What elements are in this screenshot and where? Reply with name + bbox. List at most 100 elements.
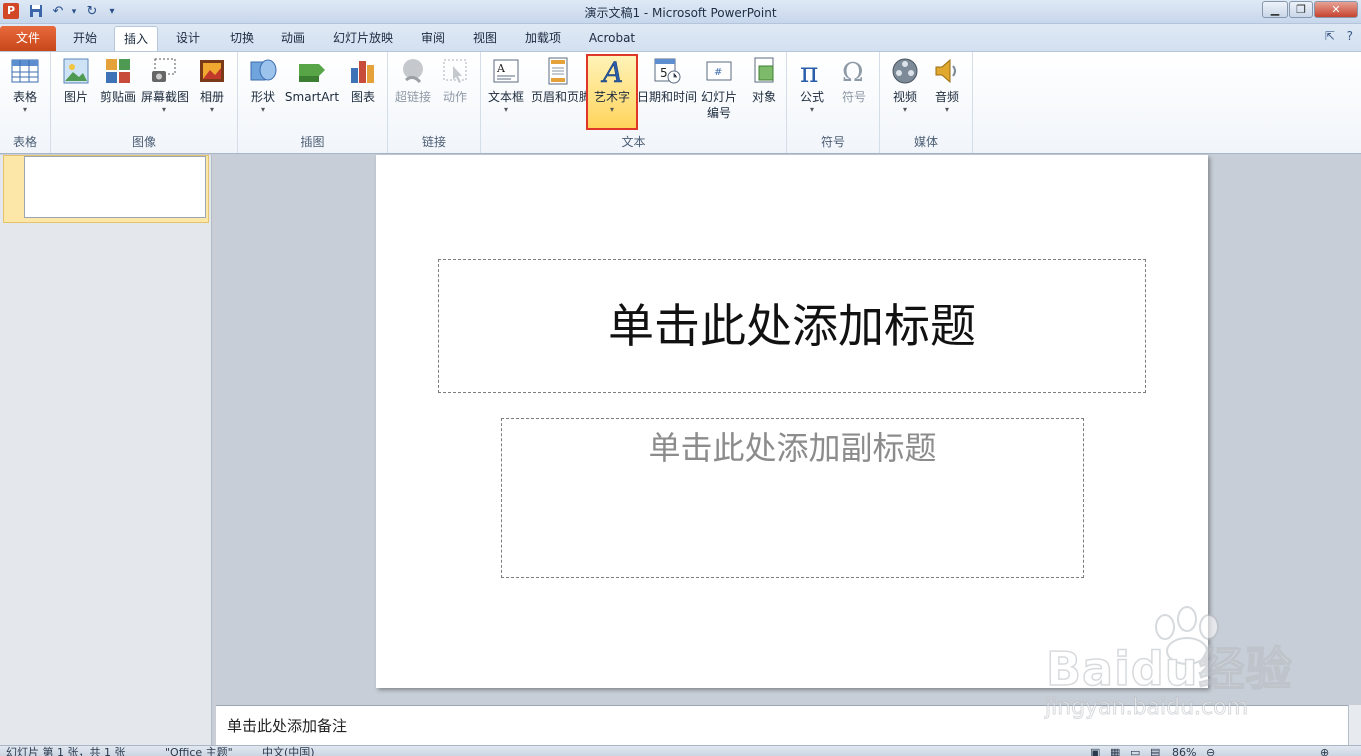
clipart-icon bbox=[106, 59, 130, 83]
svg-text:#: # bbox=[714, 67, 722, 78]
ribbon-tabs: 文件 开始 插入 设计 切换 动画 幻灯片放映 审阅 视图 加载项 Acroba… bbox=[0, 24, 1361, 51]
svg-text:5: 5 bbox=[660, 66, 668, 80]
group-table: 表格 ▾ 表格 bbox=[0, 52, 51, 153]
chevron-down-icon: ▾ bbox=[944, 105, 949, 114]
chevron-down-icon: ▾ bbox=[161, 105, 166, 114]
chevron-down-icon: ▾ bbox=[503, 105, 508, 114]
smartart-button[interactable]: SmartArt bbox=[284, 56, 340, 105]
svg-text:Ω: Ω bbox=[842, 58, 864, 86]
maximize-button[interactable]: ❐ bbox=[1289, 1, 1313, 18]
smartart-icon bbox=[299, 64, 325, 82]
header-footer-icon bbox=[548, 57, 568, 85]
action-icon bbox=[443, 59, 467, 83]
slide-number-icon: # bbox=[706, 61, 732, 81]
equation-button[interactable]: π 公式 ▾ bbox=[789, 56, 835, 115]
group-symbols: π 公式 ▾ Ω 符号 符号 bbox=[787, 52, 880, 153]
window-title: 演示文稿1 - Microsoft PowerPoint bbox=[584, 6, 777, 20]
tab-review[interactable]: 审阅 bbox=[412, 26, 454, 51]
notes-scrollbar[interactable] bbox=[1348, 705, 1361, 745]
object-icon bbox=[754, 57, 774, 83]
shapes-icon bbox=[250, 59, 277, 81]
tab-design[interactable]: 设计 bbox=[166, 26, 210, 51]
ribbon-insert: 表格 ▾ 表格 图片 剪贴画 屏幕截图 ▾ 相册 ▾ 图像 形状 ▾ Smart… bbox=[0, 51, 1361, 154]
chevron-down-icon: ▾ bbox=[209, 105, 214, 114]
group-label: 图像 bbox=[131, 135, 156, 149]
textbox-button[interactable]: A 文本框 ▾ bbox=[483, 56, 529, 115]
table-button[interactable]: 表格 ▾ bbox=[2, 56, 48, 115]
minimize-ribbon-icon[interactable]: ⇱ bbox=[1325, 29, 1335, 43]
album-icon bbox=[200, 60, 224, 82]
chevron-down-icon: ▾ bbox=[809, 105, 814, 114]
close-button[interactable]: ✕ bbox=[1314, 1, 1358, 18]
group-label: 插图 bbox=[300, 135, 325, 149]
status-bar: 幻灯片 第 1 张，共 1 张 "Office 主题" 中文(中国) ▣ ▦ ▭… bbox=[0, 745, 1361, 756]
svg-text:A: A bbox=[496, 62, 506, 75]
datetime-button[interactable]: 5 日期和时间 bbox=[637, 56, 697, 105]
subtitle-placeholder[interactable]: 单击此处添加副标题 bbox=[501, 418, 1084, 578]
baidu-watermark: Baidu经验 jingyan.baidu.com bbox=[1040, 605, 1300, 725]
equation-icon: π bbox=[800, 56, 818, 86]
slideshow-view-icon[interactable]: ▤ bbox=[1150, 747, 1160, 756]
video-button[interactable]: 视频 ▾ bbox=[882, 56, 928, 115]
zoom-level[interactable]: 86% bbox=[1172, 747, 1196, 756]
hyperlink-icon bbox=[403, 59, 423, 84]
tab-acrobat[interactable]: Acrobat bbox=[582, 26, 642, 51]
slide-number-button[interactable]: # 幻灯片 编号 bbox=[697, 56, 741, 121]
zoom-in-icon[interactable]: ⊕ bbox=[1320, 747, 1329, 756]
chevron-down-icon: ▾ bbox=[260, 105, 265, 114]
object-button[interactable]: 对象 bbox=[741, 56, 787, 105]
reading-view-icon[interactable]: ▭ bbox=[1130, 747, 1140, 756]
chart-icon bbox=[351, 61, 374, 83]
group-label: 文本 bbox=[621, 135, 646, 149]
picture-icon bbox=[63, 58, 89, 84]
symbol-button[interactable]: Ω 符号 bbox=[831, 56, 877, 105]
symbol-icon: Ω bbox=[842, 58, 864, 86]
shapes-button[interactable]: 形状 ▾ bbox=[240, 56, 286, 115]
hyperlink-button[interactable]: 超链接 bbox=[390, 56, 436, 105]
header-footer-button[interactable]: 页眉和页脚 bbox=[531, 56, 591, 105]
group-label: 链接 bbox=[421, 135, 446, 149]
slide-thumbnail[interactable] bbox=[24, 156, 206, 218]
watermark-url: jingyan.baidu.com bbox=[1044, 695, 1249, 721]
tab-transitions[interactable]: 切换 bbox=[220, 26, 264, 51]
group-links: 超链接 动作 链接 bbox=[388, 52, 481, 153]
tab-file[interactable]: 文件 bbox=[0, 26, 56, 51]
minimize-button[interactable]: ▁ bbox=[1262, 1, 1288, 18]
language-status[interactable]: 中文(中国) bbox=[262, 747, 315, 756]
tab-view[interactable]: 视图 bbox=[464, 26, 506, 51]
group-illustrations: 形状 ▾ SmartArt 图表 插图 bbox=[238, 52, 388, 153]
svg-text:π: π bbox=[800, 56, 818, 86]
theme-status[interactable]: "Office 主题" bbox=[165, 747, 233, 756]
tab-insert[interactable]: 插入 bbox=[114, 26, 158, 51]
group-label: 符号 bbox=[820, 135, 845, 149]
normal-view-icon[interactable]: ▣ bbox=[1090, 747, 1100, 756]
title-placeholder[interactable]: 单击此处添加标题 bbox=[438, 259, 1146, 393]
action-button[interactable]: 动作 bbox=[432, 56, 478, 105]
datetime-icon: 5 bbox=[654, 58, 681, 84]
clipart-button[interactable]: 剪贴画 bbox=[95, 56, 141, 105]
tab-slideshow[interactable]: 幻灯片放映 bbox=[324, 26, 402, 51]
title-bar: P ↶ ▾ ↻ ▾ 演示文稿1 - Microsoft PowerPoint ▁… bbox=[0, 0, 1361, 24]
notes-placeholder: 单击此处添加备注 bbox=[227, 717, 348, 735]
chevron-down-icon: ▾ bbox=[22, 105, 27, 114]
group-label: 表格 bbox=[12, 135, 37, 149]
help-icon[interactable]: ? bbox=[1347, 29, 1353, 43]
group-media: 视频 ▾ 音频 ▾ 媒体 bbox=[880, 52, 973, 153]
album-button[interactable]: 相册 ▾ bbox=[189, 56, 235, 115]
wordart-highlight-box bbox=[586, 54, 638, 130]
screenshot-button[interactable]: 屏幕截图 ▾ bbox=[141, 56, 189, 115]
tab-animations[interactable]: 动画 bbox=[272, 26, 314, 51]
group-images: 图片 剪贴画 屏幕截图 ▾ 相册 ▾ 图像 bbox=[51, 52, 238, 153]
tab-addins[interactable]: 加载项 bbox=[516, 26, 570, 51]
chart-button[interactable]: 图表 bbox=[340, 56, 386, 105]
audio-icon bbox=[935, 58, 956, 84]
tab-home[interactable]: 开始 bbox=[64, 26, 106, 51]
slide-sorter-icon[interactable]: ▦ bbox=[1110, 747, 1120, 756]
textbox-icon: A bbox=[493, 59, 519, 83]
picture-button[interactable]: 图片 bbox=[53, 56, 99, 105]
zoom-out-icon[interactable]: ⊖ bbox=[1206, 747, 1215, 756]
ribbon-controls: ⇱ ? bbox=[1325, 29, 1353, 43]
slide-count-status: 幻灯片 第 1 张，共 1 张 bbox=[6, 746, 126, 756]
audio-button[interactable]: 音频 ▾ bbox=[924, 56, 970, 115]
slide-thumbnail-selection[interactable] bbox=[3, 155, 209, 223]
